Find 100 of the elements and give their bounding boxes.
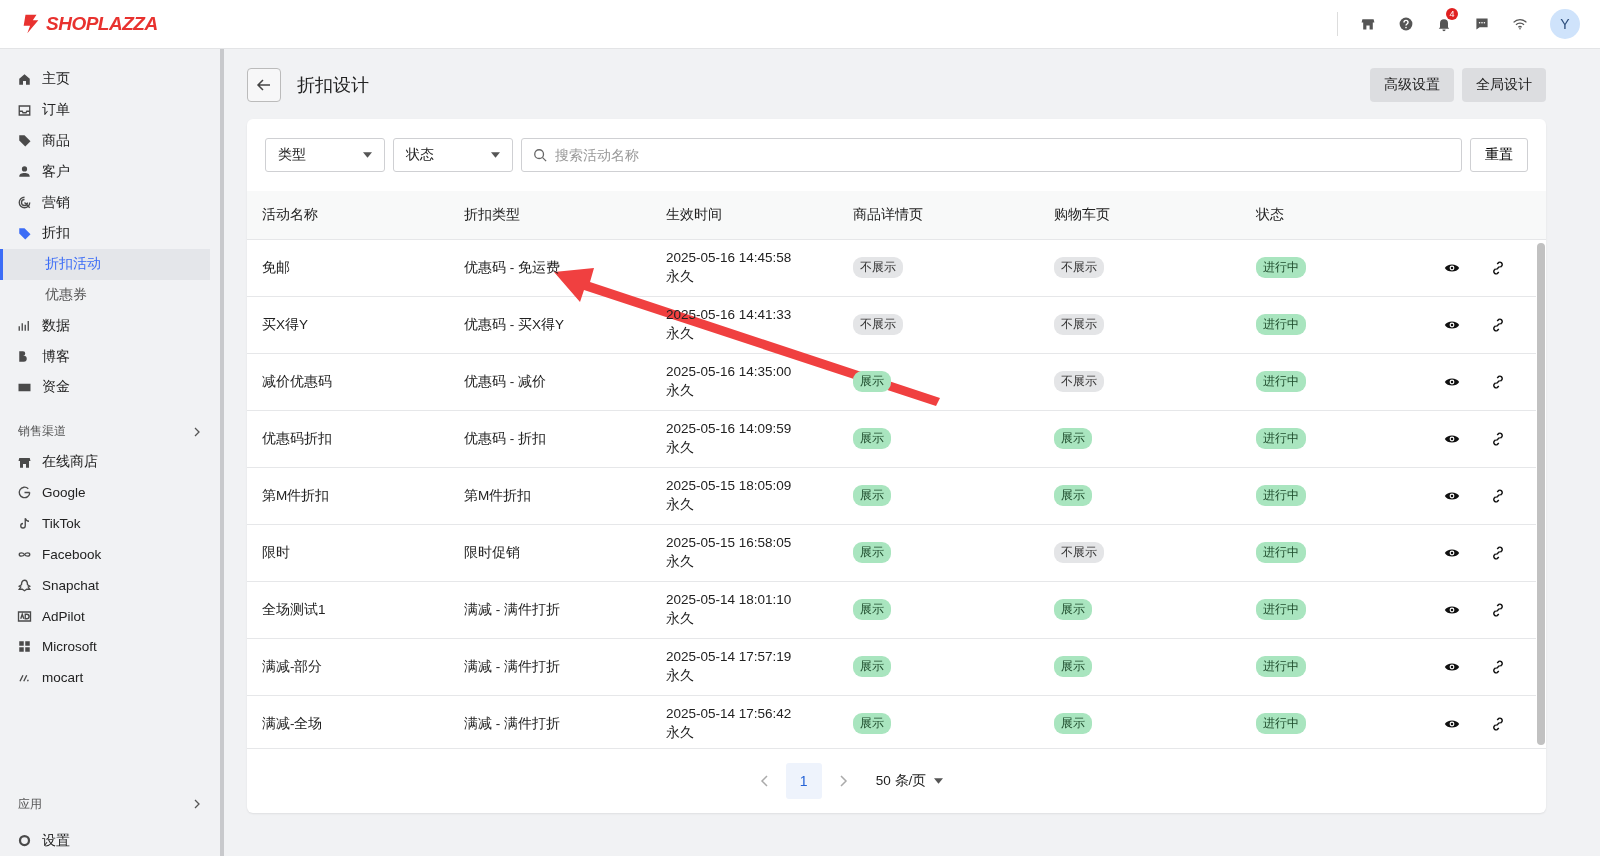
table-cell-text: 满减 - 满件打折 bbox=[464, 600, 561, 619]
reset-button[interactable]: 重置 bbox=[1470, 138, 1528, 172]
table-cell-text: 满减-全场 bbox=[262, 714, 324, 733]
table-cell-text: 2025-05-15 16:58:05 bbox=[666, 534, 793, 550]
link-icon[interactable] bbox=[1490, 544, 1506, 561]
nav-item[interactable]: Facebook bbox=[0, 539, 220, 570]
display-tag: 展示 bbox=[853, 656, 891, 678]
scrollbar[interactable] bbox=[1537, 242, 1545, 746]
column-header: 活动名称 bbox=[262, 205, 319, 224]
chevron-right-icon[interactable] bbox=[192, 426, 202, 437]
display-tag: 不展示 bbox=[853, 314, 903, 336]
table-cell-text: 买X得Y bbox=[262, 315, 309, 334]
status-tag: 进行中 bbox=[1256, 599, 1306, 621]
display-tag: 不展示 bbox=[1054, 371, 1104, 393]
table-cell-text: 永久 bbox=[666, 267, 695, 286]
nav-item[interactable]: 客户 bbox=[0, 156, 220, 188]
nav-item[interactable]: Microsoft bbox=[0, 631, 220, 663]
action-button[interactable]: 全局设计 bbox=[1462, 68, 1546, 102]
nav-item[interactable]: 资金 bbox=[0, 371, 220, 403]
nav-item[interactable]: 在线商店 bbox=[0, 446, 220, 478]
nav-item[interactable]: Snapchat bbox=[0, 569, 220, 601]
nav-subitem[interactable]: 折扣活动 bbox=[0, 248, 210, 280]
display-tag: 不展示 bbox=[853, 257, 903, 279]
page-size-select[interactable]: 50 条/页 bbox=[875, 772, 944, 791]
column-header: 购物车页 bbox=[1054, 205, 1111, 224]
nav-item[interactable]: 订单 bbox=[0, 94, 220, 126]
table-cell-text: 满减 - 满件打折 bbox=[464, 657, 561, 676]
nav-item[interactable]: AdPilot bbox=[0, 600, 220, 632]
search-field[interactable]: 搜索活动名称 bbox=[521, 138, 1462, 172]
table-cell-text: 限时促销 bbox=[464, 543, 521, 562]
ad-icon bbox=[17, 608, 32, 624]
tag-icon bbox=[17, 133, 32, 149]
table-cell-text: 满减-部分 bbox=[262, 657, 324, 676]
wifi-icon[interactable] bbox=[1512, 16, 1528, 32]
table-cell-text: 2025-05-14 17:57:19 bbox=[666, 648, 793, 664]
store-icon[interactable] bbox=[1360, 16, 1376, 32]
nav-item[interactable]: 商品 bbox=[0, 125, 220, 157]
back-button[interactable] bbox=[247, 68, 281, 102]
caret-icon bbox=[934, 778, 944, 785]
display-tag: 展示 bbox=[853, 428, 891, 450]
table-cell-text: 全场测试1 bbox=[262, 600, 327, 619]
link-icon[interactable] bbox=[1490, 487, 1506, 504]
table-cell-text: 限时 bbox=[262, 543, 291, 562]
table-cell-text: 满减 - 满件打折 bbox=[464, 714, 561, 733]
display-tag: 展示 bbox=[853, 713, 891, 735]
link-icon[interactable] bbox=[1490, 373, 1506, 390]
link-icon[interactable] bbox=[1490, 430, 1506, 447]
link-icon[interactable] bbox=[1490, 259, 1506, 276]
notification-icon[interactable] bbox=[1436, 16, 1452, 32]
page-button[interactable]: 1 bbox=[785, 763, 822, 800]
link-icon[interactable] bbox=[1490, 658, 1506, 675]
status-tag: 进行中 bbox=[1256, 371, 1306, 393]
tag-icon bbox=[17, 225, 32, 241]
grid-icon bbox=[17, 639, 32, 655]
nav-item[interactable]: Google bbox=[0, 477, 220, 509]
display-tag: 不展示 bbox=[1054, 257, 1104, 279]
display-tag: 展示 bbox=[1054, 485, 1092, 507]
link-icon[interactable] bbox=[1490, 601, 1506, 618]
caret-icon bbox=[363, 152, 372, 158]
column-header: 折扣类型 bbox=[464, 205, 521, 224]
status-tag: 进行中 bbox=[1256, 656, 1306, 678]
table-cell-text: 2025-05-15 18:05:09 bbox=[666, 477, 793, 493]
table-cell-text: 优惠码 - 减价 bbox=[464, 372, 547, 391]
person-icon bbox=[17, 164, 32, 180]
table-cell-text: 2025-05-16 14:09:59 bbox=[666, 420, 793, 436]
user-avatar[interactable]: Y bbox=[1550, 9, 1580, 39]
status-select[interactable]: 状态 bbox=[393, 138, 513, 172]
table-cell-text: 永久 bbox=[666, 324, 695, 343]
status-tag: 进行中 bbox=[1256, 713, 1306, 735]
nav-item[interactable]: 博客 bbox=[0, 341, 220, 372]
table-cell-text: 免邮 bbox=[262, 258, 291, 277]
search-icon bbox=[533, 148, 547, 162]
help-icon[interactable] bbox=[1398, 16, 1414, 32]
nav-item[interactable]: 设置 bbox=[0, 825, 220, 856]
display-tag: 展示 bbox=[853, 485, 891, 507]
nav-item[interactable]: TikTok bbox=[0, 508, 220, 540]
link-icon[interactable] bbox=[1490, 316, 1506, 333]
status-tag: 进行中 bbox=[1256, 257, 1306, 279]
display-tag: 展示 bbox=[1054, 599, 1092, 621]
inbox-icon bbox=[17, 102, 32, 118]
display-tag: 展示 bbox=[853, 371, 891, 393]
music-note-icon bbox=[17, 516, 32, 532]
chat-icon[interactable] bbox=[1474, 16, 1490, 32]
chevron-right-icon[interactable] bbox=[192, 799, 202, 810]
type-select[interactable]: 类型 bbox=[265, 138, 385, 172]
table-cell-text: 永久 bbox=[666, 495, 695, 514]
display-tag: 不展示 bbox=[1054, 314, 1104, 336]
status-tag: 进行中 bbox=[1256, 485, 1306, 507]
table-cell-text: 减价优惠码 bbox=[262, 372, 333, 391]
nav-item[interactable]: mocart bbox=[0, 662, 220, 694]
nav-subitem[interactable]: 优惠券 bbox=[0, 279, 210, 311]
home-icon bbox=[17, 71, 32, 87]
link-icon[interactable] bbox=[1490, 715, 1506, 732]
nav-item[interactable]: 数据 bbox=[0, 310, 220, 342]
display-tag: 展示 bbox=[853, 542, 891, 564]
table-cell-text: 2025-05-14 18:01:10 bbox=[666, 591, 793, 607]
nav-item[interactable]: 营销 bbox=[0, 187, 220, 218]
nav-item[interactable]: 折扣 bbox=[0, 218, 220, 249]
nav-item[interactable]: 主页 bbox=[0, 64, 220, 95]
action-button[interactable]: 高级设置 bbox=[1370, 68, 1454, 102]
